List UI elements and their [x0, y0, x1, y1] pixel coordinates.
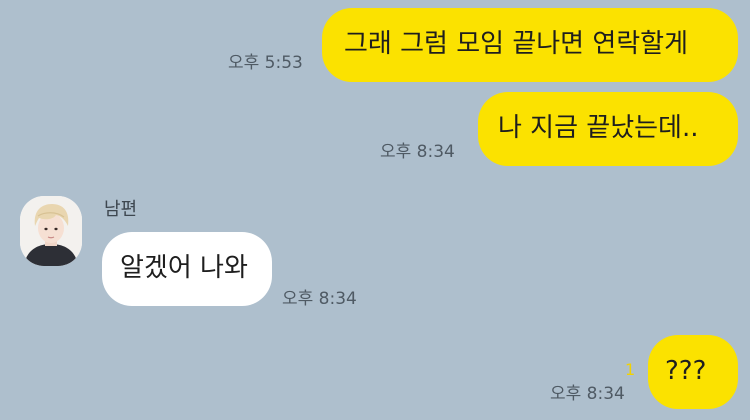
chat-room: 오후 5:53 그래 그럼 모임 끝나면 연락할게 오후 8:34 나 지금 끝…	[0, 0, 750, 420]
outgoing-message-bubble[interactable]: ???	[648, 335, 738, 409]
message-time: 오후 8:34	[282, 289, 357, 309]
message-time: 오후 5:53	[228, 53, 303, 73]
sender-avatar[interactable]	[20, 196, 82, 266]
message-text: ???	[665, 356, 707, 386]
message-time: 오후 8:34	[550, 384, 625, 404]
message-text: 그래 그럼 모임 끝나면 연락할게	[344, 29, 689, 59]
message-time: 오후 8:34	[380, 142, 455, 162]
incoming-message-bubble[interactable]: 알겠어 나와	[102, 232, 272, 306]
outgoing-message-bubble[interactable]: 그래 그럼 모임 끝나면 연락할게	[322, 8, 738, 82]
sender-name: 남편	[104, 199, 138, 220]
message-text: 알겠어 나와	[120, 253, 248, 283]
profile-photo-icon	[20, 196, 82, 266]
outgoing-message-bubble[interactable]: 나 지금 끝났는데..	[478, 92, 738, 166]
unread-count: 1	[625, 360, 636, 379]
message-text: 나 지금 끝났는데..	[498, 113, 699, 143]
